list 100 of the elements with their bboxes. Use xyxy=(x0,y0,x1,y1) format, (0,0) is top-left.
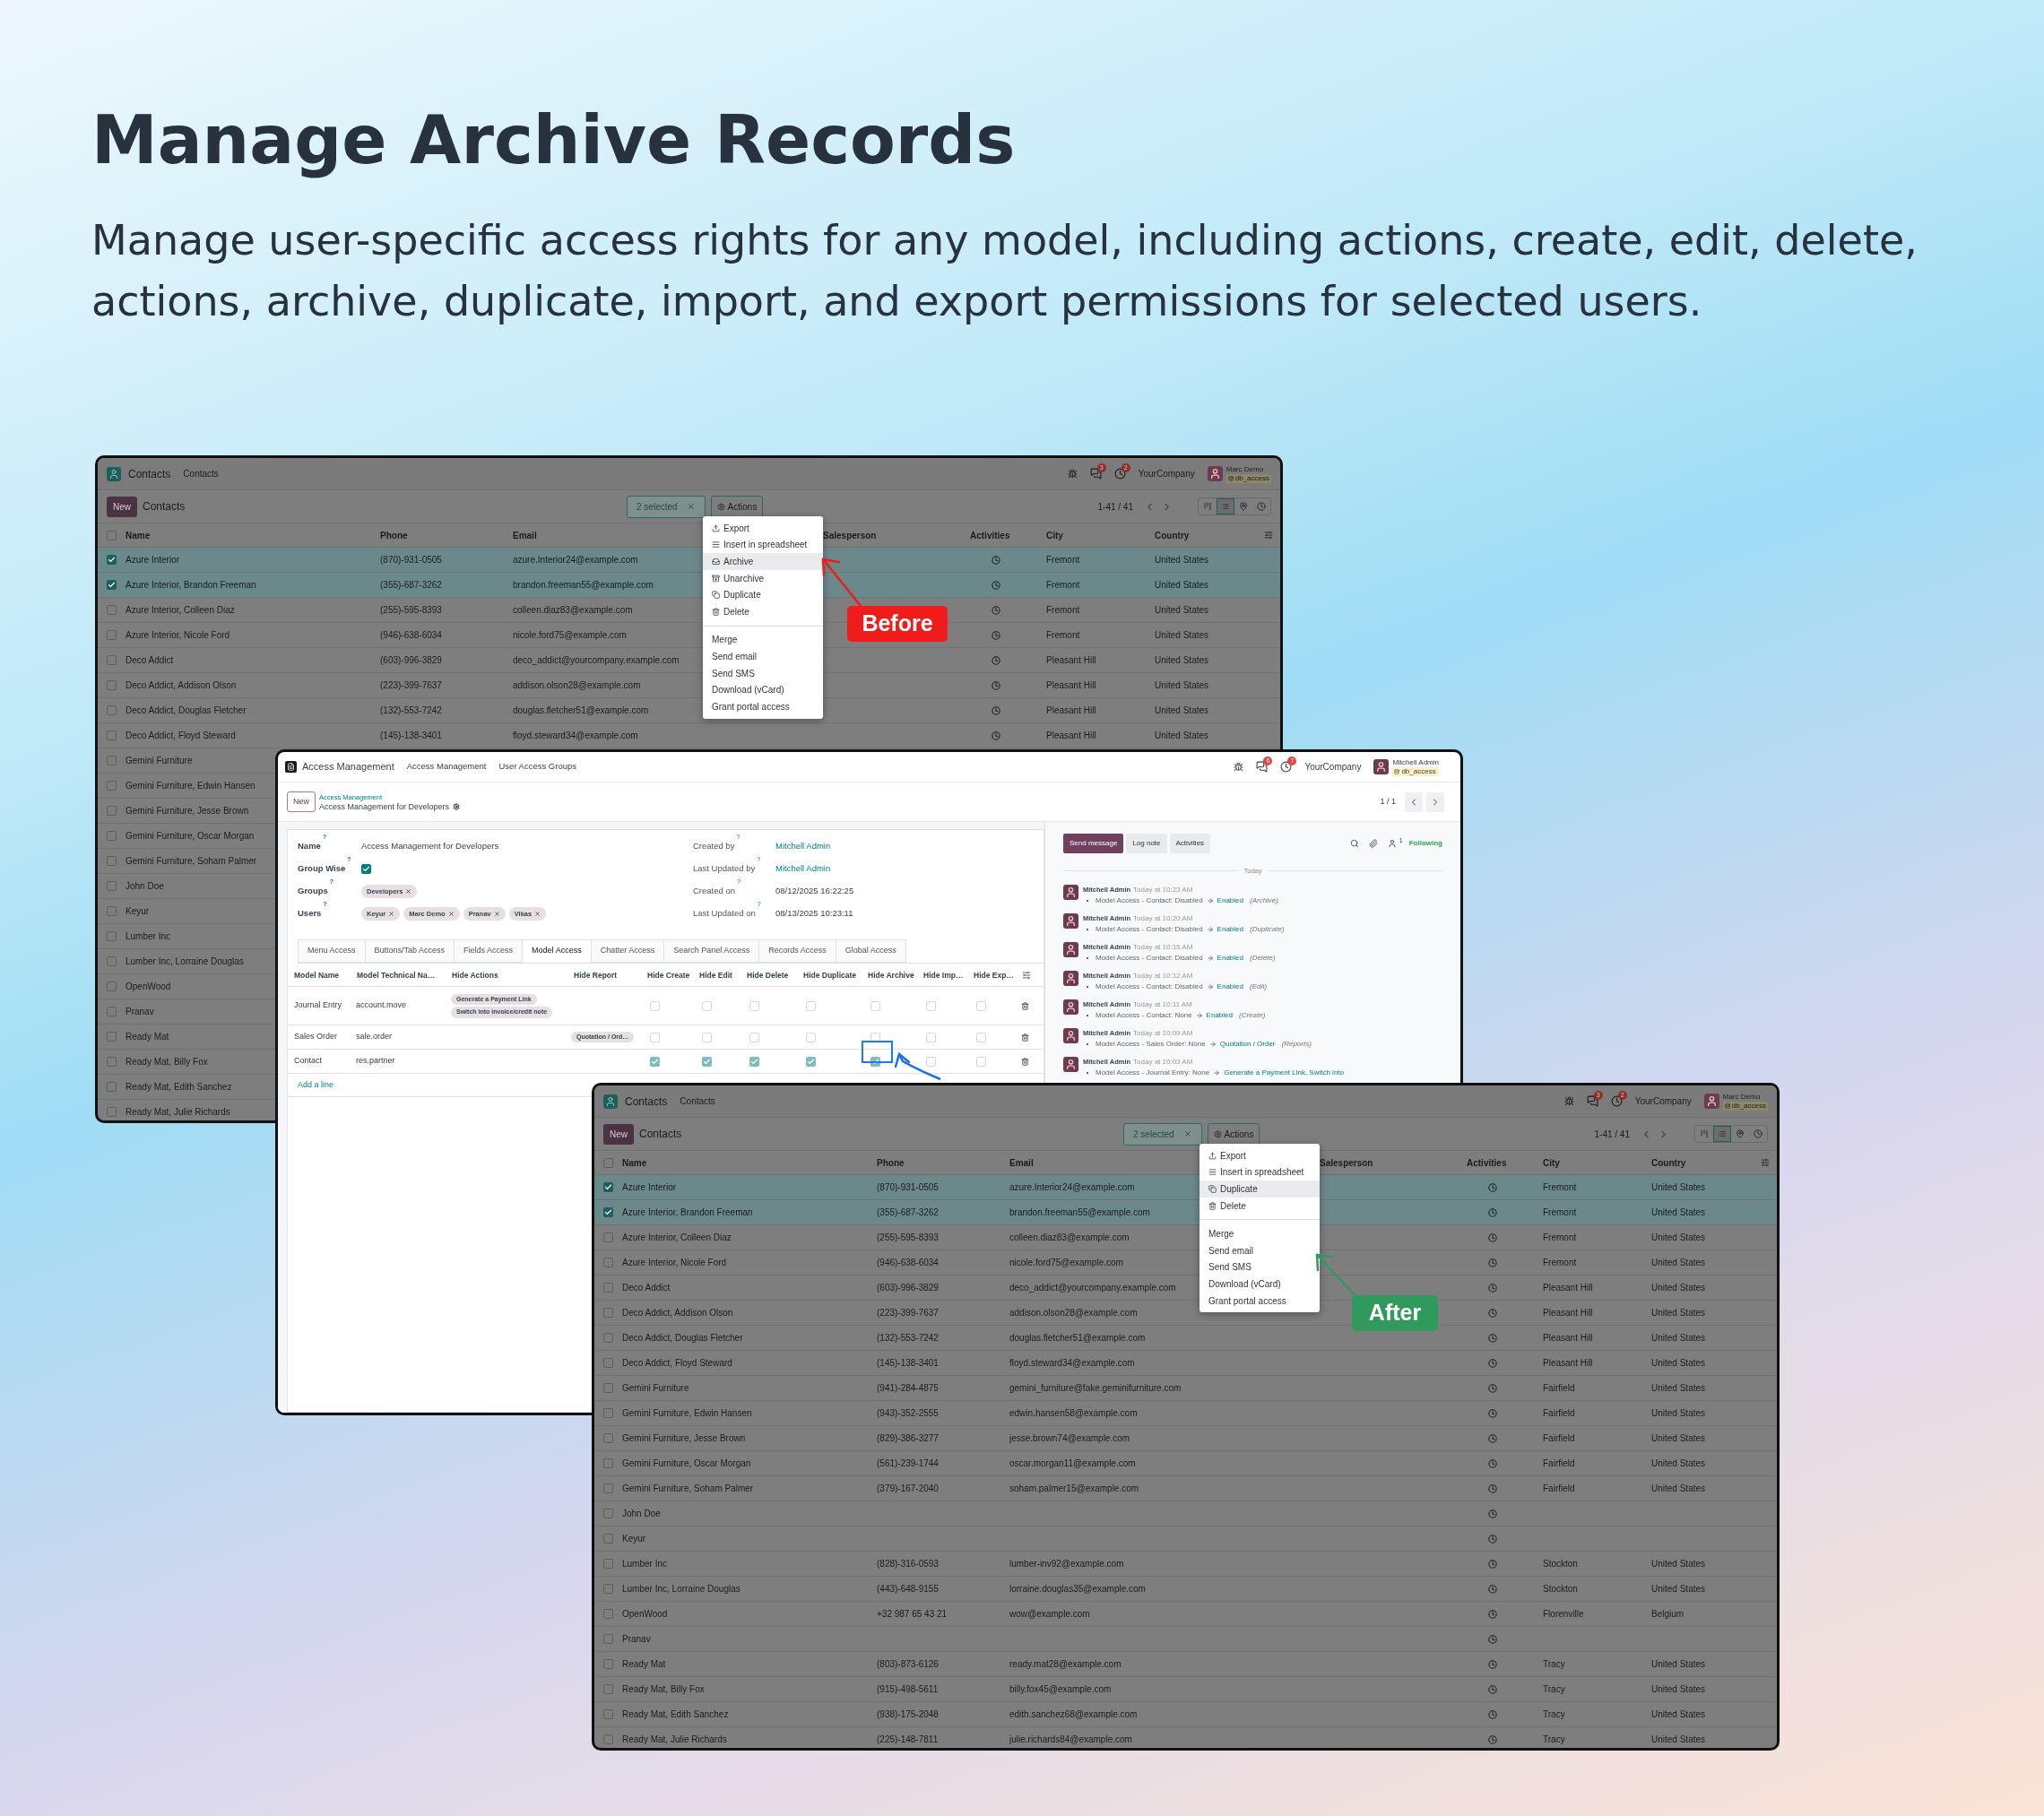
menu-item[interactable]: Insert in spreadsheet xyxy=(703,536,823,554)
column-settings-icon[interactable] xyxy=(1022,970,1031,980)
checkbox[interactable] xyxy=(107,1082,117,1092)
menu-item[interactable]: Contacts xyxy=(183,467,219,480)
app-icon[interactable] xyxy=(285,761,297,773)
chat-icon[interactable] xyxy=(1256,761,1269,773)
clock-icon[interactable] xyxy=(1610,1095,1623,1107)
menu-item[interactable]: Merge xyxy=(703,631,823,649)
remove-icon[interactable] xyxy=(534,911,541,917)
column-header[interactable]: Hide Archive xyxy=(868,969,914,981)
app-title[interactable]: Contacts xyxy=(128,465,171,482)
checkbox[interactable] xyxy=(603,1509,613,1518)
menu-item[interactable]: Duplicate xyxy=(703,586,823,603)
checkbox[interactable] xyxy=(603,1433,613,1443)
checkbox[interactable] xyxy=(603,1534,613,1544)
user-name[interactable]: Marc Demo xyxy=(1226,464,1271,474)
clock-icon[interactable] xyxy=(1113,468,1126,480)
menu-item[interactable]: Insert in spreadsheet xyxy=(1200,1163,1320,1181)
checkbox[interactable] xyxy=(107,806,117,816)
menu-item[interactable]: User Access Groups xyxy=(498,760,577,774)
bug-icon[interactable] xyxy=(1234,762,1244,772)
column-settings-icon[interactable] xyxy=(1761,1158,1770,1167)
checkbox[interactable] xyxy=(603,1157,613,1168)
bug-icon[interactable] xyxy=(1563,1096,1574,1106)
previous-icon[interactable] xyxy=(1405,791,1423,812)
column-header[interactable]: Hide Exp… xyxy=(974,969,1014,981)
menu-item[interactable]: Unarchive xyxy=(703,569,823,587)
field-link[interactable]: Mitchell Admin xyxy=(775,862,831,876)
tab[interactable]: Chatter Access xyxy=(590,939,665,963)
menu-item[interactable]: Archive xyxy=(703,553,823,570)
column-header[interactable]: Phone xyxy=(877,1155,905,1170)
menu-item[interactable]: Send email xyxy=(1200,1241,1320,1259)
close-icon[interactable] xyxy=(1182,1129,1192,1138)
checkbox[interactable] xyxy=(603,1458,613,1468)
column-header[interactable]: Name xyxy=(126,528,151,542)
checkbox[interactable] xyxy=(702,1056,712,1067)
checkbox[interactable] xyxy=(603,1609,613,1619)
checkbox[interactable] xyxy=(603,1584,613,1594)
checkbox[interactable] xyxy=(107,731,117,740)
menu-item[interactable]: Delete xyxy=(703,602,823,620)
checkbox[interactable] xyxy=(107,956,117,966)
menu-item[interactable]: Download (vCard) xyxy=(703,681,823,698)
tab[interactable]: Fields Access xyxy=(454,939,524,963)
menu-item[interactable]: Grant portal access xyxy=(1200,1292,1320,1310)
column-settings-icon[interactable] xyxy=(1264,531,1273,540)
column-header[interactable]: Phone xyxy=(380,528,408,542)
gear-icon[interactable] xyxy=(453,803,461,810)
column-header[interactable]: Salesperson xyxy=(1320,1155,1373,1170)
checkbox[interactable] xyxy=(870,1056,880,1067)
company-name[interactable]: YourCompany xyxy=(1138,467,1195,480)
checkbox[interactable] xyxy=(749,1056,759,1067)
list-view-icon[interactable] xyxy=(1217,498,1234,515)
column-header[interactable]: Hide Edit xyxy=(699,969,732,981)
column-header[interactable]: Email xyxy=(1009,1155,1034,1170)
trash-icon[interactable] xyxy=(1021,1033,1029,1042)
checkbox[interactable] xyxy=(107,756,117,765)
checkbox[interactable] xyxy=(603,1308,613,1318)
tab[interactable]: Buttons/Tab Access xyxy=(364,939,455,963)
checkbox[interactable] xyxy=(107,1032,117,1042)
column-header[interactable]: Hide Delete xyxy=(747,969,789,981)
checkbox[interactable] xyxy=(107,831,117,841)
checkbox[interactable] xyxy=(603,1182,613,1192)
column-header[interactable]: Name xyxy=(622,1155,647,1170)
checkbox[interactable] xyxy=(603,1207,613,1217)
checkbox[interactable] xyxy=(107,982,117,991)
checkbox[interactable] xyxy=(603,1408,613,1418)
remove-icon[interactable] xyxy=(493,911,500,917)
app-title[interactable]: Access Management xyxy=(302,759,394,774)
menu-item[interactable]: Export xyxy=(1200,1147,1320,1164)
checkbox[interactable] xyxy=(603,1684,613,1694)
contacts-app-icon[interactable] xyxy=(107,466,121,481)
column-header[interactable]: Country xyxy=(1651,1155,1686,1170)
bug-icon[interactable] xyxy=(1067,469,1078,479)
close-icon[interactable] xyxy=(686,502,696,511)
person-icon[interactable] xyxy=(1387,839,1397,848)
checkbox[interactable] xyxy=(107,630,117,640)
checkbox[interactable] xyxy=(806,1056,816,1067)
column-header[interactable]: Hide Report xyxy=(574,969,618,981)
checkbox[interactable] xyxy=(107,680,117,690)
menu-item[interactable]: Grant portal access xyxy=(703,697,823,715)
next-icon[interactable] xyxy=(1426,791,1444,812)
clock-icon[interactable] xyxy=(1280,761,1293,773)
new-button[interactable]: New xyxy=(107,496,137,517)
new-button[interactable]: New xyxy=(287,791,316,813)
checkbox[interactable] xyxy=(107,856,117,866)
checkbox[interactable] xyxy=(107,1057,117,1067)
trash-icon[interactable] xyxy=(1021,1001,1029,1010)
menu-item[interactable]: Duplicate xyxy=(1200,1180,1320,1198)
checkbox[interactable] xyxy=(107,555,117,565)
checkbox[interactable] xyxy=(603,1333,613,1343)
menu-item[interactable]: Send email xyxy=(703,648,823,665)
tab[interactable]: Menu Access xyxy=(298,939,366,963)
checkbox[interactable] xyxy=(107,906,117,916)
column-header[interactable]: City xyxy=(1543,1155,1560,1170)
column-header[interactable]: Country xyxy=(1155,528,1190,542)
checkbox[interactable] xyxy=(107,655,117,665)
add-line-link[interactable]: Add a line xyxy=(298,1078,334,1092)
tab[interactable]: Global Access xyxy=(835,939,906,963)
checkbox[interactable] xyxy=(650,1056,660,1067)
tab[interactable]: Search Panel Access xyxy=(663,939,760,963)
